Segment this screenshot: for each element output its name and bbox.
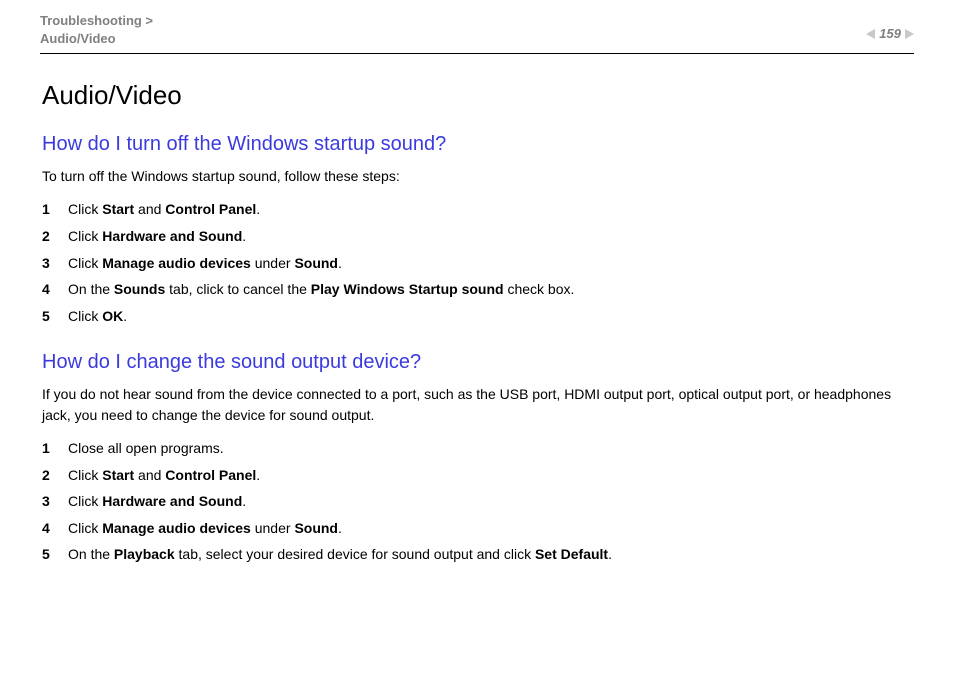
prev-page-icon[interactable]: [866, 29, 875, 39]
section1-heading: How do I turn off the Windows startup so…: [42, 133, 912, 156]
section2-heading: How do I change the sound output device?: [42, 351, 912, 374]
section2-intro: If you do not hear sound from the device…: [42, 384, 912, 425]
step-number: 2: [42, 462, 68, 489]
next-page-icon[interactable]: [905, 29, 914, 39]
step-text: Click Manage audio devices under Sound.: [68, 515, 912, 542]
step-item: 4On the Sounds tab, click to cancel the …: [42, 276, 912, 303]
step-text: On the Sounds tab, click to cancel the P…: [68, 276, 912, 303]
document-page: Troubleshooting > Audio/Video 159 Audio/…: [0, 0, 954, 674]
step-number: 1: [42, 196, 68, 223]
step-item: 5Click OK.: [42, 303, 912, 330]
page-content: Audio/Video How do I turn off the Window…: [40, 80, 914, 568]
step-item: 2Click Hardware and Sound.: [42, 223, 912, 250]
page-header: Troubleshooting > Audio/Video 159: [40, 12, 914, 54]
step-item: 2Click Start and Control Panel.: [42, 462, 912, 489]
step-text: Click Start and Control Panel.: [68, 196, 912, 223]
breadcrumb: Troubleshooting > Audio/Video: [40, 12, 153, 47]
step-item: 4Click Manage audio devices under Sound.: [42, 515, 912, 542]
step-text: Close all open programs.: [68, 435, 912, 462]
page-title: Audio/Video: [42, 80, 912, 111]
step-text: Click Hardware and Sound.: [68, 488, 912, 515]
step-text: Click OK.: [68, 303, 912, 330]
step-text: Click Hardware and Sound.: [68, 223, 912, 250]
section2: How do I change the sound output device?…: [42, 351, 912, 568]
step-number: 3: [42, 488, 68, 515]
step-item: 1Close all open programs.: [42, 435, 912, 462]
step-number: 4: [42, 276, 68, 303]
step-number: 3: [42, 250, 68, 277]
step-item: 5On the Playback tab, select your desire…: [42, 541, 912, 568]
step-item: 3Click Hardware and Sound.: [42, 488, 912, 515]
page-number: 159: [879, 26, 901, 41]
breadcrumb-line1: Troubleshooting >: [40, 12, 153, 30]
step-text: Click Manage audio devices under Sound.: [68, 250, 912, 277]
section1-steps: 1Click Start and Control Panel.2Click Ha…: [42, 196, 912, 329]
step-number: 1: [42, 435, 68, 462]
section1-intro: To turn off the Windows startup sound, f…: [42, 166, 912, 186]
section2-steps: 1Close all open programs.2Click Start an…: [42, 435, 912, 568]
step-number: 4: [42, 515, 68, 542]
breadcrumb-line2: Audio/Video: [40, 30, 153, 48]
step-item: 3Click Manage audio devices under Sound.: [42, 250, 912, 277]
step-text: Click Start and Control Panel.: [68, 462, 912, 489]
step-number: 5: [42, 541, 68, 568]
step-item: 1Click Start and Control Panel.: [42, 196, 912, 223]
step-text: On the Playback tab, select your desired…: [68, 541, 912, 568]
step-number: 5: [42, 303, 68, 330]
page-nav: 159: [866, 26, 914, 41]
step-number: 2: [42, 223, 68, 250]
